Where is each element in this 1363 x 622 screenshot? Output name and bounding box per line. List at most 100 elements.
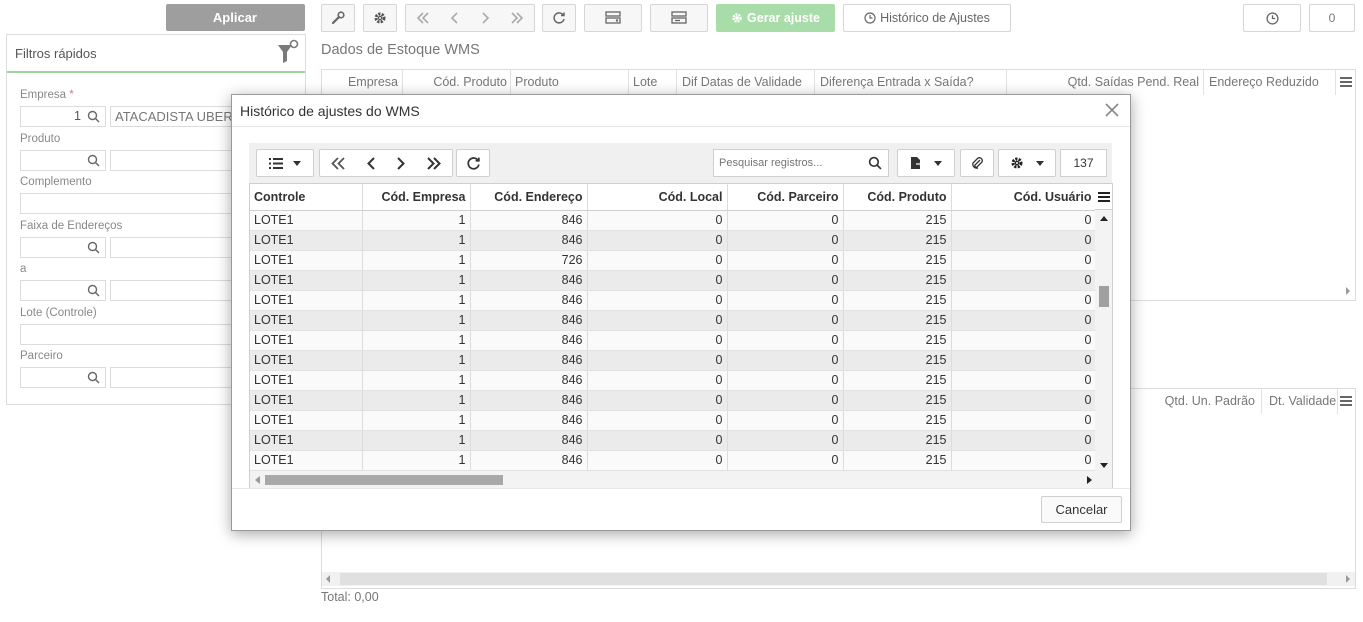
cell-cod-produto: 215: [843, 390, 952, 411]
scroll-right-icon[interactable]: [1345, 287, 1351, 295]
column-header[interactable]: Diferença Entrada x Saída?: [815, 70, 1007, 95]
previous-icon[interactable]: [366, 156, 376, 170]
filter-icon[interactable]: [277, 39, 299, 65]
search-icon[interactable]: [87, 110, 100, 123]
table-row[interactable]: LOTE1 1 726 0 0 215 0: [250, 250, 1097, 271]
table-header-row: Controle Cód. Empresa Cód. Endereço Cód.…: [250, 184, 1097, 211]
empresa-code-field[interactable]: 1: [20, 106, 106, 127]
table-row[interactable]: LOTE1 1 846 0 0 215 0: [250, 410, 1097, 431]
cell-cod-produto: 215: [843, 350, 952, 371]
table-row[interactable]: LOTE1 1 846 0 0 215 0: [250, 270, 1097, 291]
settings-menu-button[interactable]: [998, 149, 1056, 177]
column-header[interactable]: Qtd. Un. Padrão: [1150, 389, 1262, 414]
first-page-icon[interactable]: [330, 156, 346, 170]
gerar-ajuste-button[interactable]: Gerar ajuste: [716, 4, 835, 32]
import-button[interactable]: [650, 4, 708, 32]
notification-counter[interactable]: 0: [1309, 4, 1355, 32]
search-input[interactable]: [714, 150, 859, 176]
last-page-icon[interactable]: [426, 156, 442, 170]
faixa-label: Faixa de Endereços: [20, 220, 123, 232]
scroll-down-icon[interactable]: [1100, 463, 1108, 468]
table-row[interactable]: LOTE1 1 846 0 0 215 0: [250, 450, 1097, 471]
parceiro-code-field[interactable]: [20, 367, 106, 388]
next-icon[interactable]: [396, 156, 406, 170]
scroll-right-icon[interactable]: [1087, 476, 1092, 484]
column-header[interactable]: Qtd. Saídas Pend. Real: [1007, 70, 1204, 95]
column-menu-icon[interactable]: [1340, 396, 1352, 406]
scroll-left-icon[interactable]: [255, 476, 260, 484]
search-icon[interactable]: [87, 284, 100, 297]
apply-button[interactable]: Aplicar: [166, 4, 305, 31]
column-header-controle[interactable]: Controle: [250, 184, 363, 211]
section-title: Dados de Estoque WMS: [321, 42, 480, 58]
attachment-button[interactable]: [960, 149, 994, 177]
scroll-thumb[interactable]: [340, 573, 1327, 585]
scroll-thumb[interactable]: [265, 475, 503, 485]
table-row[interactable]: LOTE1 1 846 0 0 215 0: [250, 230, 1097, 251]
cell-controle: LOTE1: [250, 310, 363, 331]
settings-button[interactable]: [363, 4, 397, 32]
cell-cod-local: 0: [587, 210, 728, 231]
tools-button[interactable]: [321, 4, 355, 32]
column-header[interactable]: Lote: [629, 70, 677, 95]
column-header[interactable]: Empresa: [322, 70, 403, 95]
cell-cod-empresa: 1: [362, 450, 471, 471]
faixa-start-code-field[interactable]: [20, 237, 106, 258]
chevron-down-icon: [1036, 160, 1044, 166]
table-row[interactable]: LOTE1 1 846 0 0 215 0: [250, 210, 1097, 231]
table-row[interactable]: LOTE1 1 846 0 0 215 0: [250, 290, 1097, 311]
cell-cod-endereco: 846: [470, 410, 588, 431]
scroll-right-icon[interactable]: [1345, 575, 1351, 583]
history-clock-button[interactable]: [1243, 4, 1301, 32]
table-row[interactable]: LOTE1 1 846 0 0 215 0: [250, 330, 1097, 351]
table-row[interactable]: LOTE1 1 846 0 0 215 0: [250, 430, 1097, 451]
search-icon[interactable]: [87, 154, 100, 167]
column-header[interactable]: Dt. Validade: [1262, 389, 1338, 414]
previous-icon[interactable]: [450, 12, 460, 24]
refresh-icon: [466, 156, 481, 171]
column-header[interactable]: Cód. Produto: [403, 70, 511, 95]
column-header-cod-produto[interactable]: Cód. Produto: [843, 184, 952, 211]
search-icon[interactable]: [87, 371, 100, 384]
close-icon[interactable]: [1104, 102, 1120, 118]
table-row[interactable]: LOTE1 1 846 0 0 215 0: [250, 390, 1097, 411]
column-menu-icon[interactable]: [1340, 77, 1352, 87]
column-header[interactable]: Endereço Reduzido: [1204, 70, 1336, 95]
table-row[interactable]: LOTE1 1 846 0 0 215 0: [250, 370, 1097, 391]
column-menu-icon[interactable]: [1095, 184, 1112, 210]
database-icon: [671, 11, 687, 25]
scroll-left-icon[interactable]: [325, 575, 331, 583]
table-row[interactable]: LOTE1 1 846 0 0 215 0: [250, 350, 1097, 371]
column-header-cod-empresa[interactable]: Cód. Empresa: [362, 184, 471, 211]
view-menu-button[interactable]: [256, 149, 314, 177]
search-icon[interactable]: [87, 241, 100, 254]
produto-code-field[interactable]: [20, 150, 106, 171]
column-header-cod-usuario[interactable]: Cód. Usuário: [951, 184, 1097, 211]
refresh-button[interactable]: [456, 149, 490, 177]
server-icon: [605, 11, 621, 25]
horizontal-scrollbar[interactable]: [250, 471, 1112, 488]
scroll-up-icon[interactable]: [1100, 216, 1108, 221]
horizontal-scrollbar[interactable]: [322, 572, 1355, 586]
wrench-icon: [331, 11, 345, 25]
cell-cod-empresa: 1: [362, 350, 471, 371]
column-header-cod-parceiro[interactable]: Cód. Parceiro: [727, 184, 844, 211]
next-icon[interactable]: [480, 12, 490, 24]
table-row[interactable]: LOTE1 1 846 0 0 215 0: [250, 310, 1097, 331]
cell-cod-endereco: 846: [470, 210, 588, 231]
export-button[interactable]: [584, 4, 642, 32]
faixa-end-code-field[interactable]: [20, 280, 106, 301]
export-menu-button[interactable]: [897, 149, 955, 177]
last-page-icon[interactable]: [510, 12, 524, 24]
search-icon[interactable]: [868, 156, 882, 170]
historico-ajustes-button[interactable]: Histórico de Ajustes: [843, 4, 1011, 32]
cancel-button[interactable]: Cancelar: [1041, 496, 1122, 523]
column-header-cod-endereco[interactable]: Cód. Endereço: [470, 184, 588, 211]
first-page-icon[interactable]: [416, 12, 430, 24]
refresh-button[interactable]: [542, 4, 576, 32]
scroll-thumb[interactable]: [1099, 286, 1109, 307]
vertical-scrollbar[interactable]: [1095, 210, 1112, 472]
column-header-cod-local[interactable]: Cód. Local: [587, 184, 728, 211]
column-header[interactable]: Produto: [511, 70, 629, 95]
column-header[interactable]: Dif Datas de Validade: [677, 70, 815, 95]
